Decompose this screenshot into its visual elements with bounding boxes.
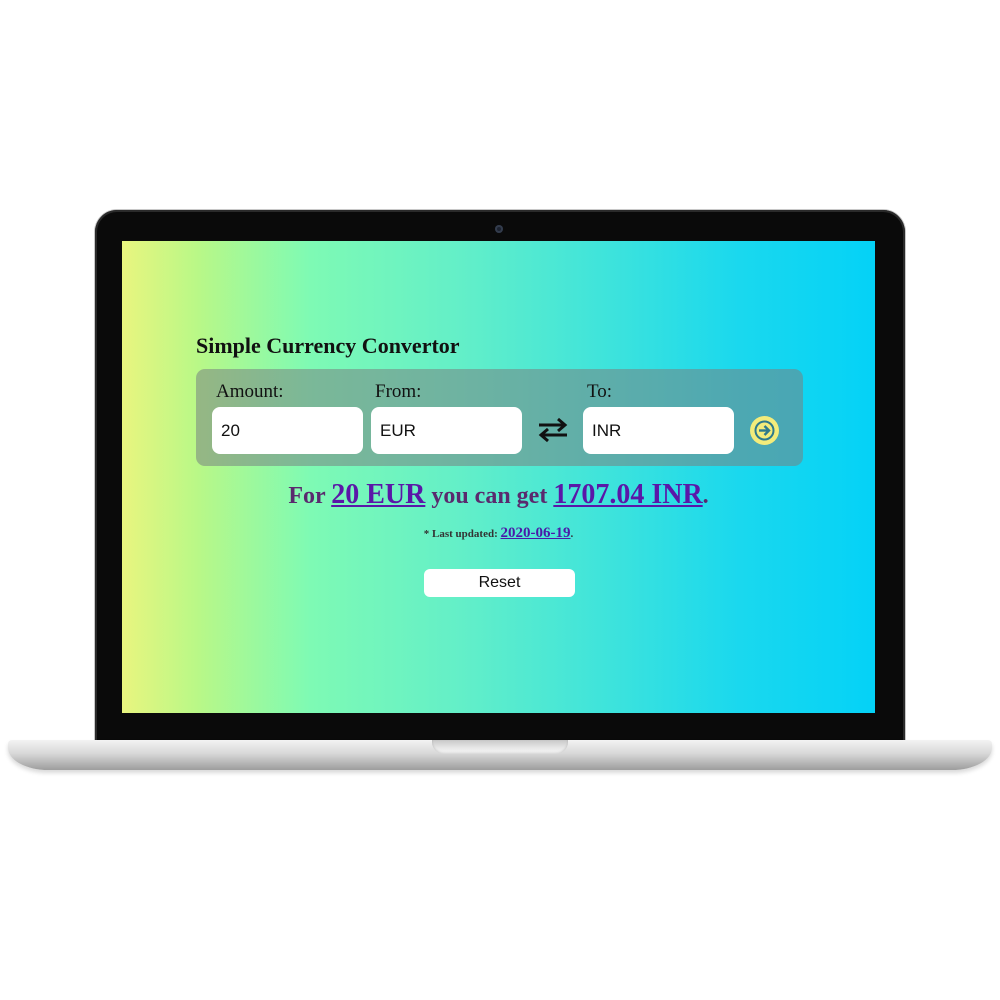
- result-middle: you can get: [431, 483, 548, 509]
- from-label: From:: [375, 381, 422, 402]
- result-suffix: .: [702, 483, 709, 509]
- laptop-notch: [432, 740, 568, 754]
- converter-panel: Amount: From: To:: [196, 369, 803, 466]
- last-updated-suffix: .: [570, 528, 574, 540]
- arrow-right-circle-icon: [754, 420, 775, 441]
- last-updated: * Last updated: 2020-06-19.: [122, 525, 875, 542]
- swap-arrows-icon: [538, 417, 568, 443]
- to-currency-input[interactable]: [583, 407, 734, 454]
- convert-button[interactable]: [750, 416, 779, 445]
- swap-currencies-button[interactable]: [534, 413, 572, 447]
- last-updated-label: * Last updated:: [423, 528, 498, 540]
- webcam-icon: [495, 225, 503, 233]
- to-label: To:: [587, 381, 613, 402]
- amount-label: Amount:: [216, 381, 284, 402]
- amount-input[interactable]: [212, 407, 363, 454]
- target-amount-link[interactable]: 1707.04 INR: [553, 479, 702, 510]
- app-title: Simple Currency Convertor: [196, 333, 460, 358]
- reset-button[interactable]: Reset: [424, 569, 575, 597]
- last-updated-date-link[interactable]: 2020-06-19: [500, 525, 570, 541]
- from-currency-input[interactable]: [371, 407, 522, 454]
- screen: Simple Currency Convertor Amount: From: …: [122, 241, 875, 713]
- source-amount-link[interactable]: 20 EUR: [331, 479, 425, 510]
- conversion-result: For 20 EUR you can get 1707.04 INR.: [122, 479, 875, 511]
- result-prefix: For: [288, 483, 326, 509]
